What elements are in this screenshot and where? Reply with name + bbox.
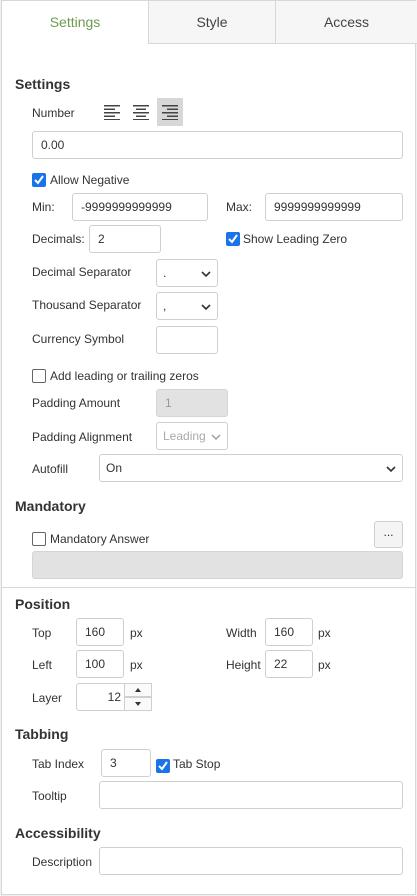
tab-index-label: Tab Index [32,757,85,771]
mandatory-answer-checkbox[interactable] [32,532,46,546]
description-input[interactable] [99,847,403,875]
chevron-down-icon [201,304,211,311]
mandatory-message-input[interactable] [32,551,403,579]
padding-alignment-select[interactable]: Leading [156,422,228,450]
thousand-separator-select[interactable]: , [156,292,218,320]
description-label: Description [32,855,93,869]
decimal-separator-label: Decimal Separator [32,265,132,279]
add-zeros-checkbox[interactable] [32,369,46,383]
layer-increment-button[interactable] [124,683,152,697]
tab-style[interactable]: Style [148,1,275,44]
layer-decrement-button[interactable] [124,697,152,711]
tooltip-label: Tooltip [32,789,67,803]
mandatory-answer-label: Mandatory Answer [50,532,150,546]
top-input[interactable]: 160 [76,618,124,646]
tabbing-heading: Tabbing [15,726,69,742]
allow-negative-label: Allow Negative [50,173,130,187]
layer-input[interactable]: 12 [76,683,126,711]
chevron-down-icon [386,466,396,473]
padding-amount-input[interactable]: 1 [156,389,228,417]
currency-symbol-input[interactable] [156,326,218,354]
max-input[interactable]: 9999999999999 [265,193,403,221]
chevron-down-icon [211,434,221,441]
decimal-separator-select[interactable]: . [156,259,218,287]
left-label: Left [32,658,53,672]
align-left-button[interactable] [99,98,125,126]
show-leading-zero-label: Show Leading Zero [243,232,348,246]
more-options-button[interactable]: ... [374,521,403,548]
chevron-down-icon [135,702,141,706]
height-unit: px [318,658,331,672]
add-zeros-label: Add leading or trailing zeros [50,369,199,383]
align-center-button[interactable] [128,98,154,126]
thousand-separator-label: Thousand Separator [32,298,142,312]
properties-panel: Settings Style Access Settings Number 0.… [1,0,417,895]
currency-symbol-label: Currency Symbol [32,332,125,346]
autofill-select[interactable]: On [99,454,403,482]
value-input[interactable]: 0.00 [32,131,403,159]
top-unit: px [130,626,143,640]
align-left-icon [104,105,120,120]
padding-amount-label: Padding Amount [32,396,121,410]
padding-alignment-label: Padding Alignment [32,430,133,444]
chevron-up-icon [135,688,141,692]
top-label: Top [32,626,52,640]
thousand-separator-value: , [163,299,167,313]
padding-alignment-value: Leading [163,429,206,443]
tooltip-input[interactable] [99,781,403,809]
tab-index-input[interactable]: 3 [101,749,151,777]
chevron-down-icon [201,271,211,278]
show-leading-zero-checkbox[interactable] [226,232,240,246]
min-input[interactable]: -9999999999999 [72,193,208,221]
align-right-icon [162,105,178,120]
left-input[interactable]: 100 [76,650,124,678]
position-heading: Position [15,596,71,612]
decimals-input[interactable]: 2 [89,225,161,253]
tab-access[interactable]: Access [275,1,417,44]
section-divider [2,587,415,588]
checkmark-icon [158,761,168,771]
width-unit: px [318,626,331,640]
align-center-icon [133,105,149,120]
height-label: Height [226,658,261,672]
checkmark-icon [228,234,238,244]
settings-heading: Settings [15,76,71,92]
decimal-separator-value: . [163,266,167,280]
tab-stop-label: Tab Stop [173,757,221,771]
allow-negative-checkbox[interactable] [32,173,46,187]
layer-label: Layer [32,691,63,705]
checkmark-icon [34,175,44,185]
align-right-button[interactable] [157,98,183,126]
autofill-value: On [106,461,123,475]
height-input[interactable]: 22 [265,650,313,678]
min-label: Min: [32,200,55,214]
number-label: Number [32,106,75,120]
max-label: Max: [226,200,253,214]
tab-bar: Settings Style Access [2,1,417,44]
width-input[interactable]: 160 [265,618,313,646]
left-unit: px [130,658,143,672]
tab-stop-checkbox[interactable] [156,759,170,773]
tab-settings[interactable]: Settings [2,1,148,44]
accessibility-heading: Accessibility [15,825,101,841]
width-label: Width [226,626,257,640]
autofill-label: Autofill [32,462,69,476]
mandatory-heading: Mandatory [15,498,86,514]
decimals-label: Decimals: [32,232,85,246]
